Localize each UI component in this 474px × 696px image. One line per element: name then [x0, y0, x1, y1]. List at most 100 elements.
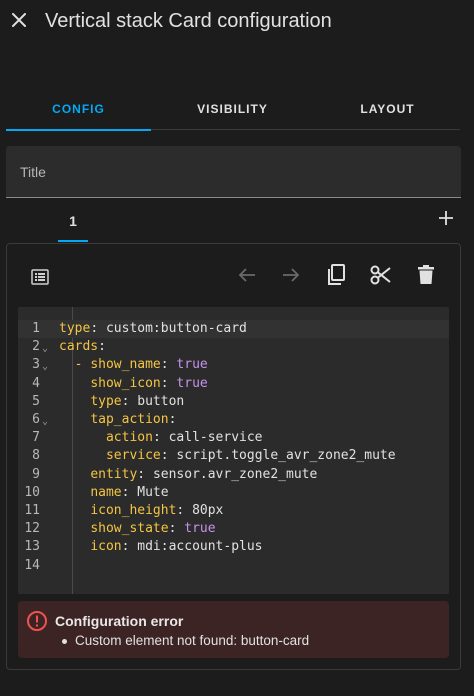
yaml-code-editor[interactable]: 1 type: custom:button-card 2 ⌄ cards: 3 ⌄ - sh… — [18, 307, 449, 594]
yaml-colon: : — [160, 357, 169, 373]
line-number: 12 — [24, 521, 40, 537]
line-number: 7 — [32, 430, 40, 446]
code-line[interactable]: 11 icon_height: 80px — [18, 502, 449, 520]
copy-button[interactable] — [323, 263, 349, 291]
move-right-button[interactable] — [278, 264, 304, 290]
yaml-key: name — [90, 484, 122, 500]
code-text: entity: sensor.avr_zone2_mute — [59, 466, 317, 484]
yaml-value: custom:button-card — [105, 321, 247, 336]
code-text: action: call-service — [59, 429, 263, 447]
move-left-button[interactable] — [234, 264, 260, 290]
tab-config[interactable]: CONFIG — [6, 88, 151, 131]
delete-icon — [418, 264, 434, 290]
line-number: 2 — [32, 339, 40, 355]
error-title: Configuration error — [55, 613, 184, 629]
code-line[interactable]: 10 name: Mute — [18, 484, 449, 502]
tab-layout[interactable]: LAYOUT — [315, 88, 460, 130]
code-line[interactable]: 9 entity: sensor.avr_zone2_mute — [18, 466, 449, 484]
code-line[interactable]: 13 icon: mdi:account-plus — [18, 538, 449, 556]
line-number: 8 — [32, 448, 40, 464]
yaml-value: 80px — [192, 503, 224, 518]
yaml-key: entity — [90, 466, 138, 482]
configuration-error-alert: Configuration error Custom element not f… — [18, 601, 449, 658]
title-input[interactable] — [6, 146, 461, 197]
plus-icon — [439, 210, 453, 230]
yaml-value: Mute — [137, 484, 169, 500]
yaml-value: true — [176, 375, 208, 391]
yaml-colon: : — [137, 466, 146, 482]
code-line[interactable]: 14 — [18, 557, 449, 575]
yaml-list-dash: - — [74, 357, 91, 373]
yaml-key: cards — [59, 339, 99, 355]
arrow-left-icon — [238, 267, 256, 288]
line-number: 9 — [32, 466, 40, 482]
copy-icon — [326, 263, 346, 291]
code-line[interactable]: 3 ⌄ - show_name: true — [18, 356, 449, 374]
code-line[interactable]: 8 service: script.toggle_avr_zone2_mute — [18, 447, 449, 465]
yaml-value: sensor.avr_zone2_mute — [152, 466, 318, 482]
yaml-key: type — [90, 393, 122, 409]
code-text: show_state: true — [59, 520, 216, 538]
yaml-value: true — [184, 521, 216, 537]
code-line[interactable]: 1 type: custom:button-card — [18, 320, 449, 338]
cut-button[interactable] — [368, 264, 394, 290]
code-line[interactable]: 12 show_state: true — [18, 520, 449, 538]
yaml-key: tap_action — [90, 412, 169, 427]
yaml-colon: : — [168, 412, 177, 427]
close-button[interactable] — [8, 8, 30, 36]
code-line[interactable]: 6 ⌄ tap_action: — [18, 411, 449, 429]
delete-button[interactable] — [413, 264, 439, 290]
yaml-key: service — [105, 448, 161, 464]
card-tab-1[interactable]: 1 — [58, 200, 88, 242]
arrow-right-icon — [282, 267, 300, 288]
title-field-container — [6, 146, 461, 198]
yaml-colon: : — [98, 339, 106, 355]
add-card-button[interactable] — [432, 206, 460, 234]
code-text: service: script.toggle_avr_zone2_mute — [59, 447, 396, 465]
yaml-value: script.toggle_avr_zone2_mute — [176, 448, 396, 464]
line-number: 14 — [24, 557, 40, 573]
line-number: 5 — [32, 393, 40, 409]
close-icon — [11, 12, 27, 32]
code-line[interactable]: 2 ⌄ cards: — [18, 338, 449, 356]
code-line[interactable]: 7 action: call-service — [18, 429, 449, 447]
code-text: type: button — [59, 393, 184, 411]
line-number: 13 — [24, 539, 40, 555]
cut-icon — [370, 265, 392, 290]
yaml-key: type — [59, 321, 91, 336]
tab-visibility[interactable]: VISIBILITY — [160, 88, 305, 130]
yaml-key: action — [105, 430, 153, 446]
yaml-colon: : — [160, 448, 169, 464]
line-number: 3 — [32, 357, 40, 373]
error-message: Custom element not found: button-card — [75, 633, 310, 648]
code-text: name: Mute — [59, 484, 169, 502]
line-number: 11 — [24, 503, 40, 518]
yaml-key: show_name — [90, 357, 161, 373]
line-number: 4 — [32, 375, 40, 391]
line-number: 1 — [32, 321, 40, 336]
yaml-colon: : — [90, 321, 99, 336]
yaml-value: mdi:account-plus — [137, 539, 263, 555]
code-line[interactable]: 5 type: button — [18, 393, 449, 411]
code-text: - show_name: true — [59, 356, 208, 374]
alert-circle-icon — [26, 610, 48, 632]
code-line[interactable]: 4 show_icon: true — [18, 375, 449, 393]
yaml-colon: : — [152, 430, 161, 446]
dialog-title: Vertical stack Card configuration — [45, 10, 332, 32]
yaml-value: call-service — [168, 430, 263, 446]
yaml-colon: : — [160, 375, 169, 391]
list-editor-icon[interactable] — [27, 264, 53, 290]
yaml-value: true — [176, 357, 208, 373]
yaml-key: icon — [90, 539, 122, 555]
bullet — [62, 639, 67, 644]
yaml-key: icon_height — [90, 503, 177, 518]
